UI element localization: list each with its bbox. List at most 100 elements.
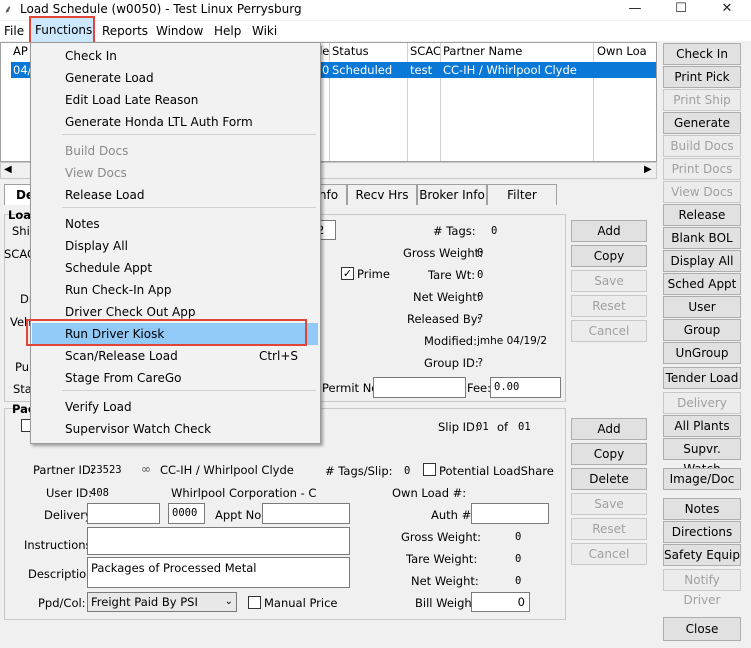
panel-button[interactable]: User ShipReq — [663, 296, 741, 334]
minimize-button[interactable]: — — [613, 0, 657, 20]
menu-item[interactable]: Driver Check Out App — [32, 301, 318, 323]
instructions-input[interactable] — [87, 527, 350, 555]
panel-button[interactable]: Generate Load — [663, 112, 741, 150]
menu-item[interactable]: Display All — [32, 235, 318, 257]
panel-button[interactable]: View Docs — [663, 181, 741, 203]
load-copy-button[interactable]: Copy — [571, 245, 647, 267]
partner-name: CC-IH / Whirlpool Clyde — [160, 463, 294, 477]
panel-button[interactable]: Blank BOL — [663, 227, 741, 249]
tab-recv-hrs[interactable]: Recv Hrs — [347, 184, 417, 205]
menu-item[interactable]: Generate Honda LTL Auth Form — [32, 111, 318, 133]
panel-button[interactable]: Print Ship Tag — [663, 89, 741, 127]
ppd-col-select[interactable]: Freight Paid By PSI ⌄ — [87, 592, 237, 612]
menu-item-label: Display All — [65, 239, 128, 253]
menu-item-label: Verify Load — [65, 400, 132, 414]
slip-reset-button[interactable]: Reset — [571, 518, 647, 540]
menu-item[interactable]: Release Load — [32, 184, 318, 206]
group-id-value: ? — [477, 357, 484, 369]
appt-no-input[interactable] — [262, 503, 350, 524]
panel-button[interactable]: Sched Appt — [663, 273, 741, 295]
panel-button[interactable]: All Plants — [663, 415, 741, 437]
maximize-button[interactable]: ☐ — [659, 0, 703, 20]
delivery-date-input[interactable] — [87, 503, 160, 524]
menu-item[interactable]: Schedule Appt — [32, 257, 318, 279]
slip-of-label: of — [497, 420, 509, 434]
tags-value: 0 — [491, 225, 498, 237]
slip-delete-button[interactable]: Delete — [571, 468, 647, 490]
panel-button[interactable]: Delivery Notice — [663, 392, 741, 430]
menu-wiki[interactable]: Wiki — [248, 21, 281, 41]
menu-file[interactable]: File — [0, 21, 28, 41]
menu-item[interactable]: Generate Load — [32, 67, 318, 89]
close-button[interactable]: Close — [663, 617, 741, 641]
load-add-button[interactable]: Add — [571, 220, 647, 242]
close-window-button[interactable]: ✕ — [705, 0, 749, 20]
menu-item[interactable]: View Docs — [32, 162, 318, 184]
panel-button[interactable]: Group — [663, 319, 741, 341]
menu-item[interactable]: Edit Load Late Reason — [32, 89, 318, 111]
panel-button[interactable]: Directions — [663, 521, 741, 543]
scroll-left-icon[interactable]: ◀ — [4, 164, 12, 175]
load-save-button[interactable]: Save — [571, 270, 647, 292]
grid-divider — [329, 43, 330, 161]
menu-item[interactable]: Run Check-In App — [32, 279, 318, 301]
panel-button[interactable]: Check In — [663, 43, 741, 65]
menu-window[interactable]: Window — [152, 21, 207, 41]
slip-cancel-button[interactable]: Cancel — [571, 543, 647, 565]
panel-button[interactable]: Release Load — [663, 204, 741, 242]
slip-copy-button[interactable]: Copy — [571, 443, 647, 465]
slip-save-button[interactable]: Save — [571, 493, 647, 515]
menu-item[interactable]: Run Driver Kiosk — [32, 323, 318, 345]
partner-id-value: 23523 — [90, 464, 122, 476]
panel-button[interactable]: Safety Equip — [663, 544, 741, 566]
tab-filter[interactable]: Filter — [487, 184, 557, 205]
menu-functions[interactable]: Functions — [29, 16, 95, 45]
panel-button[interactable]: Notify Driver — [663, 569, 741, 607]
released-by-label: Released By: — [407, 312, 481, 326]
panel-button[interactable]: Print Docs — [663, 158, 741, 180]
binoculars-icon[interactable]: ∞ — [136, 460, 156, 478]
panel-button[interactable]: Notes — [663, 498, 741, 520]
menu-item-label: Edit Load Late Reason — [65, 93, 199, 107]
bill-weight-input[interactable]: 0 — [471, 592, 530, 612]
delivery-time-input[interactable]: 0000 — [168, 503, 205, 524]
load-cancel-button[interactable]: Cancel — [571, 320, 647, 342]
panel-button[interactable]: UnGroup — [663, 342, 741, 364]
col-header-scac[interactable]: SCAC — [410, 43, 441, 60]
panel-button[interactable]: Image/Doc — [663, 468, 741, 490]
auth-input[interactable] — [471, 503, 549, 524]
fee-input[interactable]: 0.00 — [490, 377, 561, 398]
menu-reports[interactable]: Reports — [98, 21, 152, 41]
col-header-status[interactable]: Status — [332, 43, 369, 60]
permit-input[interactable] — [373, 377, 466, 398]
menu-item[interactable]: Supervisor Watch Check — [32, 418, 318, 440]
potential-loadshare-checkbox[interactable] — [423, 463, 436, 476]
panel-button[interactable]: Build Docs — [663, 135, 741, 157]
potential-loadshare-label: Potential LoadShare — [439, 464, 554, 478]
grid-divider — [593, 43, 594, 161]
prime-label: Prime — [357, 267, 390, 281]
menu-item[interactable]: Notes — [32, 213, 318, 235]
tab-broker-info[interactable]: Broker Info — [417, 184, 487, 205]
slip-add-button[interactable]: Add — [571, 418, 647, 440]
panel-button[interactable]: Display All — [663, 250, 741, 272]
panel-button[interactable]: Supvr. Watch — [663, 438, 741, 476]
modified-value: jmhe 04/19/2 — [477, 335, 548, 347]
panel-button[interactable]: Print Pick List — [663, 66, 741, 104]
menu-help[interactable]: Help — [210, 21, 245, 41]
menu-item[interactable]: Scan/Release Load Ctrl+S — [32, 345, 318, 367]
load-reset-button[interactable]: Reset — [571, 295, 647, 317]
col-header-ap[interactable]: AP — [13, 43, 28, 60]
scroll-right-icon[interactable]: ▶ — [644, 164, 652, 175]
col-header-own-load[interactable]: Own Loa — [597, 43, 647, 60]
menu-item[interactable]: Stage From CareGo — [32, 367, 318, 389]
description-input[interactable]: Packages of Processed Metal — [87, 557, 350, 588]
menu-item[interactable]: Build Docs — [32, 140, 318, 162]
col-header-partner[interactable]: Partner Name — [443, 43, 522, 60]
manual-price-checkbox[interactable] — [248, 596, 261, 609]
prime-checkbox[interactable]: ✓ — [341, 267, 354, 280]
menu-item[interactable]: Check In — [32, 45, 318, 67]
chevron-down-icon[interactable]: ⌄ — [225, 593, 233, 611]
menu-item[interactable]: Verify Load — [32, 396, 318, 418]
panel-button[interactable]: Tender Load — [663, 367, 741, 389]
